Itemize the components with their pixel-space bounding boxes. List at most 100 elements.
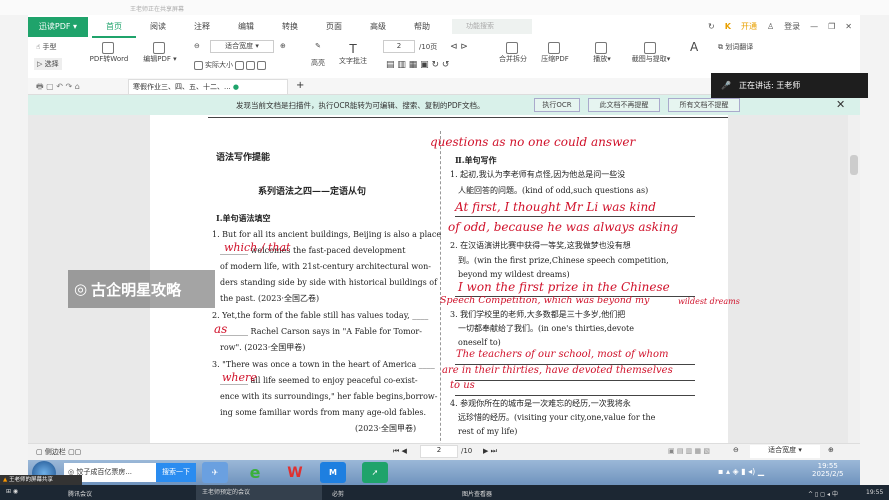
taskbar-item[interactable]: 图片查看器 — [462, 489, 492, 498]
tray-icons[interactable]: ▪ ▴ ◈ ▮ ◂) ▁ — [718, 467, 764, 476]
windows-start-icon[interactable]: ⊞ ◉ — [6, 488, 18, 495]
share-caption: 王老师正在共享屏幕 — [130, 6, 185, 13]
play-button[interactable]: 播放▾ — [588, 42, 616, 64]
screenshot-label: 截图与提取 — [631, 55, 667, 63]
windows-taskbar: ◎ 饺子成百亿票房... 搜索一下 ✈ e W M ➚ ▪ ▴ ◈ ▮ ◂) ▁… — [28, 460, 860, 485]
taskbar-item[interactable]: 王老师预定的会议 — [196, 485, 322, 500]
ie-browser-icon[interactable]: e — [242, 462, 268, 483]
view-mode-buttons[interactable]: ▣ ▤ ▥ ▦ ▧ — [668, 447, 710, 455]
handwritten-answer: to us — [450, 380, 475, 391]
play-icon — [595, 42, 607, 54]
highlight-button[interactable]: ✎ 高亮 — [308, 42, 328, 68]
close-banner-icon[interactable]: ✕ — [836, 98, 845, 111]
menu-tab-help[interactable]: 帮助 — [400, 15, 444, 38]
clock-time: 19:55 — [817, 462, 838, 470]
menu-tab-home[interactable]: 首页 — [92, 15, 136, 38]
status-page-input[interactable]: 2 — [420, 445, 458, 458]
menu-tab-read[interactable]: 阅读 — [136, 15, 180, 38]
left-text-line: the past. (2023·全国乙卷) — [220, 294, 320, 303]
menu-tab-annotate[interactable]: 注释 — [180, 15, 224, 38]
sidebar-toggle[interactable]: ▢ 侧边栏 ▢▢ — [36, 447, 81, 457]
text-note-button[interactable]: T 文字批注 — [336, 42, 370, 66]
page-number-input[interactable]: 2 — [383, 40, 415, 53]
text-note-icon: T — [349, 42, 357, 56]
sidebar-label: 侧边栏 — [44, 448, 66, 456]
handwritten-answer: I won the first prize in the Chinese — [458, 280, 670, 294]
zoom-in-button[interactable]: ⊕ — [280, 42, 286, 50]
right-text-line: 2. 在汉语演讲比赛中获得一等奖,这我做梦也没有想 — [450, 241, 631, 250]
feature-search-input[interactable]: 功能搜索 — [452, 19, 532, 34]
edit-pdf-button[interactable]: 编辑PDF ▾ — [140, 42, 180, 64]
zoom-mode-select[interactable]: 适合宽度 ▾ — [210, 40, 274, 53]
translate-button[interactable]: ⧉ 划词翻译 — [718, 42, 753, 52]
login-button[interactable]: 登录 — [784, 21, 800, 32]
compress-label: 压缩PDF — [541, 55, 569, 63]
font-icon[interactable]: A — [690, 40, 698, 54]
ocr-banner: 发现当前文档是扫描件，执行OCR能转为可编辑、搜索、复制的PDF文档。 执行OC… — [28, 95, 860, 115]
status-zoom-select[interactable]: 适合宽度 ▾ — [750, 445, 820, 458]
feishu-app-icon[interactable]: ✈ — [202, 462, 228, 483]
next-last-buttons[interactable]: ▶ ⏭ — [483, 447, 497, 456]
status-zoom-value: 适合宽度 — [768, 446, 797, 454]
screenshot-extract-button[interactable]: 截图与提取▾ — [626, 42, 676, 64]
dont-remind-doc-button[interactable]: 此文档不再提醒 — [588, 98, 660, 112]
upgrade-button[interactable]: 开通 — [741, 21, 757, 32]
clock[interactable]: 19:55 2025/2/5 — [812, 462, 843, 478]
prev-next-buttons[interactable]: ⊲ ⊳ — [450, 42, 468, 52]
status-page-total: /10 — [461, 447, 473, 455]
highlight-label: 高亮 — [311, 59, 325, 67]
page-layout-buttons[interactable]: ▤ ▥ ▦ ▣ ↻ ↺ — [386, 60, 449, 70]
news-text: 饺子成百亿票房... — [76, 468, 133, 476]
screenshot-icon — [644, 42, 656, 54]
speaking-indicator: 🎤 正在讲话: 王老师 — [711, 73, 868, 98]
handwritten-answer: Speech Competition, which was beyond my — [440, 295, 650, 306]
dont-remind-all-button[interactable]: 所有文档不提醒 — [668, 98, 740, 112]
compress-button[interactable]: 压缩PDF — [538, 42, 572, 64]
wps-icon[interactable]: W — [282, 462, 308, 483]
quick-access-icons[interactable]: 🖶 ▢ ↶ ↷ ⌂ — [36, 81, 80, 95]
part2-heading: Ⅱ.单句写作 — [455, 155, 497, 165]
merge-split-button[interactable]: 合并拆分 — [496, 42, 530, 64]
menu-tab-page[interactable]: 页面 — [312, 15, 356, 38]
select-tool[interactable]: ▷ 选择 — [34, 58, 62, 70]
first-prev-buttons[interactable]: ⏮ ◀ — [393, 447, 407, 456]
menu-tab-convert[interactable]: 转换 — [268, 15, 312, 38]
handwritten-answer: where — [222, 371, 257, 384]
pdf-to-word-button[interactable]: PDF转Word — [86, 42, 132, 64]
taskbar-item[interactable]: 腾讯会议 — [68, 489, 92, 498]
minimize-button[interactable]: — — [810, 22, 818, 31]
menu-tab-advanced[interactable]: 高级 — [356, 15, 400, 38]
menu-bar: 迅读PDF ▾ 首页 阅读 注释 编辑 转换 页面 高级 帮助 功能搜索 ↻ K… — [28, 15, 860, 38]
vertical-scrollbar[interactable] — [848, 115, 860, 443]
menu-tab-edit[interactable]: 编辑 — [224, 15, 268, 38]
share-caption-bar: 王老师正在共享屏幕 — [0, 0, 889, 15]
app-logo-menu[interactable]: 迅读PDF ▾ — [28, 16, 88, 37]
status-zoom-in[interactable]: ⊕ — [828, 446, 834, 454]
share-icon[interactable]: ↻ — [708, 22, 715, 31]
clock-date: 2025/2/5 — [812, 470, 844, 478]
host-clock: 19:55 — [866, 489, 884, 496]
pdf-reader-icon[interactable]: ➚ — [362, 462, 388, 483]
taskbar-item[interactable]: 必剪 — [332, 489, 344, 498]
left-text-line: ders standing side by side with historic… — [220, 278, 438, 287]
merge-icon — [506, 42, 518, 54]
new-tab-button[interactable]: + — [296, 80, 304, 91]
text-icon — [257, 60, 267, 70]
tencent-meeting-icon[interactable]: M — [320, 462, 346, 483]
host-tray-icons[interactable]: ^ ▯ ◻ ◂ 中 — [808, 489, 838, 498]
search-button[interactable]: 搜索一下 — [156, 463, 196, 482]
actual-size-icon — [194, 60, 203, 70]
document-tab[interactable]: 寒假作业三、四、五、十二、... ● — [128, 79, 288, 95]
hand-tool[interactable]: ☝ 手型 — [36, 42, 57, 52]
close-button[interactable]: ✕ — [845, 22, 852, 31]
zoom-out-button[interactable]: ⊖ — [194, 42, 200, 50]
restore-button[interactable]: ❐ — [828, 22, 835, 31]
left-text-line: 2. Yet,the form of the fable still has v… — [212, 311, 429, 320]
actual-size-button[interactable]: 实际大小 — [194, 60, 268, 70]
handwritten-answer: The teachers of our school, most of whom — [456, 349, 669, 360]
run-ocr-button[interactable]: 执行OCR — [534, 98, 580, 112]
right-text-line: 到。(win the first prize,Chinese speech co… — [458, 256, 669, 265]
status-zoom-out[interactable]: ⊖ — [733, 446, 739, 454]
left-text-line: 1. But for all its ancient buildings, Be… — [212, 230, 442, 239]
speaking-label: 正在讲话: 王老师 — [738, 81, 801, 90]
